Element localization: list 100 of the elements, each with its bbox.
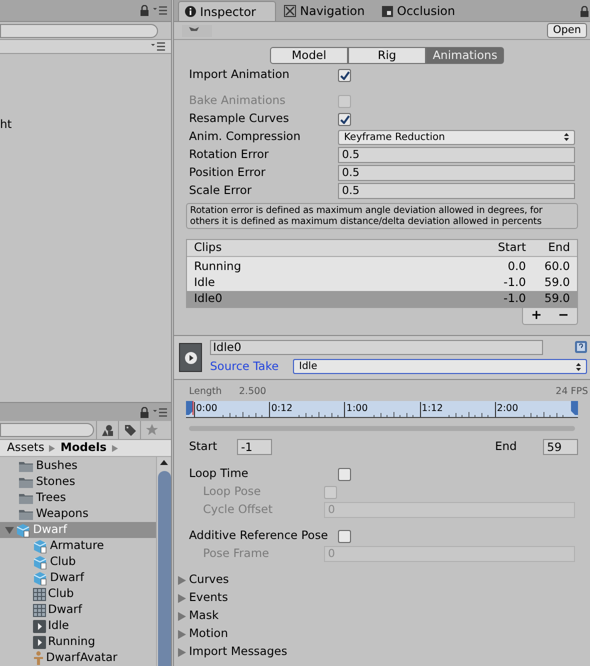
lock-icon[interactable] xyxy=(140,5,149,16)
start-label: Start xyxy=(189,438,218,455)
tick-label: 0:12 xyxy=(269,402,293,417)
setting-label: Position Error xyxy=(189,164,266,182)
number-field[interactable]: 0.5 xyxy=(338,165,575,181)
menu-icon[interactable] xyxy=(151,42,165,51)
clip-name-field[interactable]: Idle0 xyxy=(210,340,543,355)
play-clip-icon xyxy=(33,636,46,648)
remove-button[interactable]: − xyxy=(550,308,577,324)
tick-label: 0:00 xyxy=(194,402,218,417)
setting-label: Rotation Error xyxy=(189,146,270,164)
lock-icon[interactable] xyxy=(140,406,149,418)
up-down-arrows-icon xyxy=(564,133,569,141)
setting-label: Import Animation xyxy=(189,66,290,84)
scroll-up-icon[interactable] xyxy=(160,460,168,465)
panel-tab[interactable]: Occlusion xyxy=(376,1,472,21)
end-label: End xyxy=(495,438,518,455)
breadcrumb-item[interactable]: Models xyxy=(60,439,107,457)
setting-label: Scale Error xyxy=(189,182,253,200)
help-icon[interactable] xyxy=(575,341,587,354)
fps-value: 24 FPS xyxy=(556,384,588,399)
checkbox[interactable] xyxy=(338,68,351,82)
project-item[interactable]: Weapons xyxy=(0,506,156,522)
foldout[interactable]: Mask xyxy=(178,607,219,625)
add-button[interactable]: + xyxy=(523,308,550,324)
cube-icon xyxy=(33,538,48,554)
number-field[interactable]: 0.5 xyxy=(338,183,575,199)
panel-tab[interactable]: Navigation xyxy=(278,1,374,21)
scroll-thumb[interactable] xyxy=(158,471,170,666)
foldout[interactable]: Curves xyxy=(178,571,229,589)
cube-icon xyxy=(33,554,48,570)
source-take-dropdown[interactable]: Idle xyxy=(293,359,587,374)
checkbox[interactable] xyxy=(338,530,351,542)
importer-tab[interactable]: Rig xyxy=(348,47,426,64)
scrollbar[interactable] xyxy=(156,457,171,666)
asset-thumbnail-icon xyxy=(182,24,212,36)
project-item[interactable]: Bushes xyxy=(0,458,156,474)
end-marker-icon[interactable] xyxy=(570,401,578,415)
project-item[interactable]: Running xyxy=(0,634,156,650)
mesh-grid-icon xyxy=(33,604,46,616)
search-field[interactable] xyxy=(0,423,94,437)
number-field[interactable]: 0.5 xyxy=(338,147,575,163)
project-item[interactable]: Idle xyxy=(0,618,156,634)
timeline-ruler[interactable]: 0:00 0:12 1:00 1:12 2:00 xyxy=(186,401,578,418)
breadcrumb-item[interactable]: Assets xyxy=(7,439,44,457)
length-value: 2.500 xyxy=(239,384,268,399)
setting-label: Loop Time xyxy=(189,465,250,482)
menu-icon[interactable] xyxy=(153,408,167,416)
checkbox[interactable] xyxy=(338,468,351,480)
hierarchy-item[interactable]: ht xyxy=(0,116,12,132)
project-item[interactable]: Dwarf xyxy=(0,570,156,586)
lock-icon[interactable] xyxy=(580,6,589,17)
mesh-grid-icon xyxy=(33,588,46,600)
panel-tab[interactable]: Inspector xyxy=(178,1,276,21)
compression-dropdown[interactable]: Keyframe Reduction xyxy=(338,130,575,144)
end-field[interactable]: 59 xyxy=(543,438,578,454)
play-icon xyxy=(184,350,198,364)
help-text: Rotation error is defined as maximum angle deviation allowed in degrees, for others it is defined as maximum distance/delta deviation allowed in percents xyxy=(186,203,578,229)
checkbox[interactable] xyxy=(338,112,351,126)
clip-preview-button[interactable] xyxy=(179,343,202,372)
source-take-label: Source Take xyxy=(210,358,280,375)
figure-icon xyxy=(33,651,44,665)
column-header: End xyxy=(547,239,570,256)
star-icon xyxy=(146,424,158,436)
checkmark-icon xyxy=(340,114,350,124)
checkmark-icon xyxy=(340,70,350,80)
setting-label: Additive Reference Pose xyxy=(189,527,329,544)
clip-row[interactable]: Running 0.0 60.0 xyxy=(187,259,577,275)
length-label: Length xyxy=(189,384,223,399)
foldout[interactable]: Motion xyxy=(178,625,228,643)
importer-tab[interactable]: Animations xyxy=(426,47,504,64)
project-item[interactable]: Club xyxy=(0,554,156,570)
tick-label: 1:12 xyxy=(420,402,443,417)
setting-label: Pose Frame xyxy=(202,545,270,562)
timeline-scrollbar[interactable] xyxy=(189,426,575,431)
importer-tab[interactable]: Model xyxy=(270,47,348,64)
setting-label: Bake Animations xyxy=(189,92,287,110)
start-marker-icon[interactable] xyxy=(186,401,194,415)
folder-icon xyxy=(18,476,34,488)
project-item[interactable]: Trees xyxy=(0,490,156,506)
tick-label: 1:00 xyxy=(344,402,368,417)
project-item[interactable]: Dwarf xyxy=(0,602,156,618)
foldout[interactable]: Events xyxy=(178,589,228,607)
foldout[interactable]: Import Messages xyxy=(178,643,288,661)
project-item[interactable]: Armature xyxy=(0,538,156,554)
menu-icon[interactable] xyxy=(153,6,167,15)
search-field[interactable] xyxy=(0,24,158,38)
expand-arrow-icon[interactable] xyxy=(5,526,14,534)
column-header: Clips xyxy=(194,239,223,256)
project-item[interactable]: Stones xyxy=(0,474,156,490)
setting-label: Cycle Offset xyxy=(202,501,274,518)
open-button[interactable]: Open xyxy=(546,23,587,38)
project-item[interactable]: DwarfAvatar xyxy=(0,650,156,666)
clip-row[interactable]: Idle -1.0 59.0 xyxy=(187,275,577,291)
up-down-arrows-icon xyxy=(576,362,581,370)
square-icon xyxy=(382,6,393,16)
project-item[interactable]: Club xyxy=(0,586,156,602)
start-field[interactable]: -1 xyxy=(237,438,272,454)
clip-row[interactable]: Idle0 -1.0 59.0 xyxy=(187,291,577,307)
chevron-icon xyxy=(112,444,118,452)
